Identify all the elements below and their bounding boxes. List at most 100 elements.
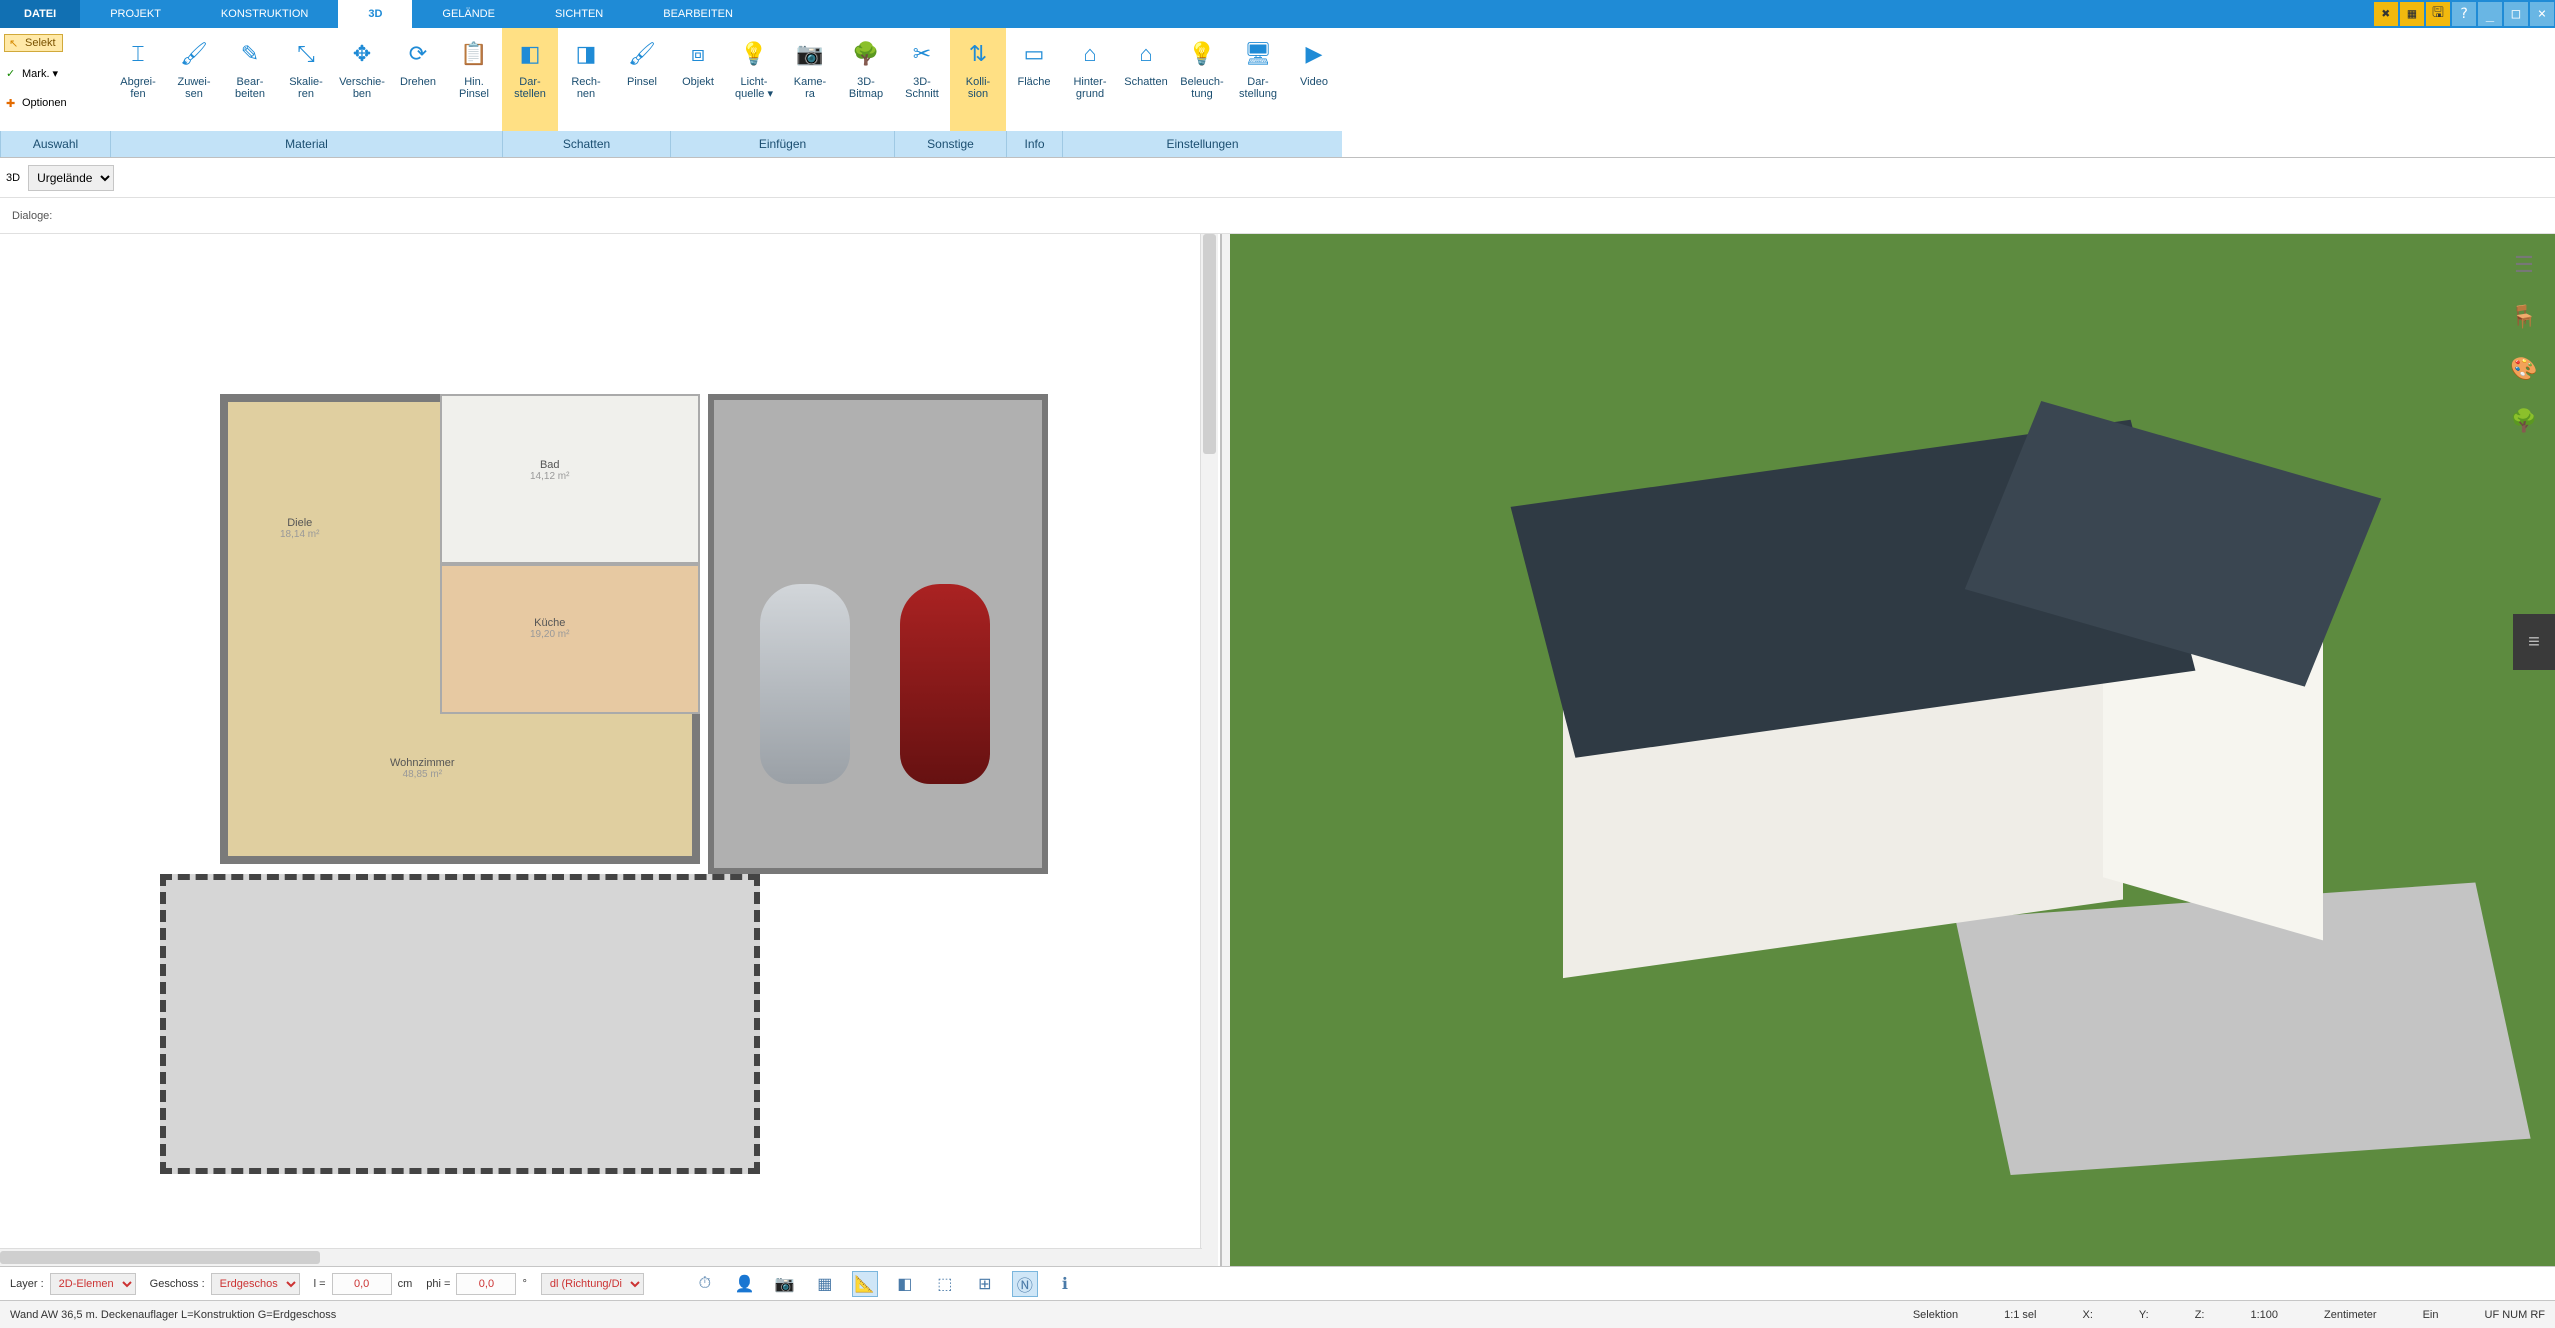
ribbon-kamera-label: Kame- ra [794,76,826,100]
camera-icon[interactable]: 📷 [772,1271,798,1297]
floorplan-scroll-h[interactable] [0,1248,1202,1266]
ribbon-objekt-button[interactable]: ⧈ Objekt [670,28,726,131]
ribbon-hintergrund-button[interactable]: ⌂Hinter- grund [1062,28,1118,131]
darstellen-icon: ◧ [512,36,548,72]
titlebar-tool-2-icon[interactable]: ▦ [2400,2,2424,26]
ribbon-zuweisen-button[interactable]: 🖌Zuwei- sen [166,28,222,131]
status-y: Y: [2139,1309,2149,1321]
close-icon[interactable]: × [2530,2,2554,26]
menu-3d[interactable]: 3D [338,0,412,28]
group-label-schatten: Schatten [502,131,670,157]
mark-button[interactable]: Mark. ▾ [4,67,58,80]
menu-file[interactable]: DATEI [0,0,80,28]
skalieren-icon: ⤡ [288,36,324,72]
schatten2-icon: ⌂ [1128,36,1164,72]
terrain-layer-select[interactable]: Urgelände [28,165,114,191]
ribbon-darstellen-button[interactable]: ◧Dar- stellen [502,28,558,131]
furniture-icon[interactable]: 🪑 [2507,300,2541,334]
floorplan-scroll-v[interactable] [1200,234,1218,1266]
kamera-icon: 📷 [792,36,828,72]
menu-sichten[interactable]: SICHTEN [525,0,633,28]
ribbon-beleuchtung-button[interactable]: 💡Beleuch- tung [1174,28,1230,131]
ribbon-rechnen-button[interactable]: ◨Rech- nen [558,28,614,131]
room-kueche: Küche19,20 m² [530,614,569,640]
layers-icon[interactable]: ☰ [2507,248,2541,282]
status-scale: 1:100 [2250,1309,2278,1321]
optionen-button[interactable]: Optionen [4,97,67,109]
ribbon-verschieben-button[interactable]: ✥Verschie- ben [334,28,390,131]
ribbon-group-sonstige: ✂3D- Schnitt⇅Kolli- sionSonstige [894,28,1006,157]
help-icon[interactable]: ? [2452,2,2476,26]
ribbon-verschieben-label: Verschie- ben [339,76,385,100]
tree-icon[interactable]: 🌳 [2507,404,2541,438]
ribbon-bitmap3d-button[interactable]: 🌳3D- Bitmap [838,28,894,131]
group-label-info: Info [1006,131,1062,157]
selekt-button[interactable]: Selekt [4,34,63,52]
ribbon-flaeche-label: Fläche [1017,76,1050,88]
option-bar: Layer : 2D-Elemen Geschoss : Erdgeschos … [0,1266,2555,1300]
minimize-icon[interactable]: _ [2478,2,2502,26]
clock-icon[interactable]: ⏱ [692,1271,718,1297]
geschoss-select[interactable]: Erdgeschos [211,1273,300,1295]
titlebar-tool-3-icon[interactable]: 🖫 [2426,2,2450,26]
angle-icon[interactable]: 📐 [852,1271,878,1297]
grid-icon[interactable]: ⊞ [972,1271,998,1297]
ribbon-kamera-button[interactable]: 📷 Kame- ra [782,28,838,131]
ribbon-pinsel-button[interactable]: 🖌Pinsel [614,28,670,131]
view3d-pane[interactable]: ☰ 🪑 🎨 🌳 ≡ [1230,234,2555,1266]
info-icon[interactable]: ℹ [1052,1271,1078,1297]
ortho-icon[interactable]: ⬚ [932,1271,958,1297]
status-x: X: [2083,1309,2093,1321]
ribbon-bearbeiten-button[interactable]: ✎Bear- beiten [222,28,278,131]
ribbon-bearbeiten-label: Bear- beiten [235,76,265,100]
ribbon-schatten2-button[interactable]: ⌂Schatten [1118,28,1174,131]
ribbon-drehen-button[interactable]: ⟳Drehen [390,28,446,131]
phi-input[interactable] [456,1273,516,1295]
ribbon-objekt-label: Objekt [682,76,714,88]
pane-divider[interactable] [1222,234,1230,1266]
menu-bearbeiten[interactable]: BEARBEITEN [633,0,763,28]
floorplan-canvas[interactable]: Diele18,14 m² Bad14,12 m² Küche19,20 m² … [0,234,1220,1266]
ribbon-lichtquelle-label: Licht- quelle ▾ [735,76,773,100]
ribbon-lichtquelle-button[interactable]: 💡Licht- quelle ▾ [726,28,782,131]
palette-icon[interactable]: 🎨 [2507,352,2541,386]
kollision-icon: ⇅ [960,36,996,72]
ribbon-kollision-button[interactable]: ⇅ Kolli- sion [950,28,1006,131]
ribbon-flaeche-button[interactable]: ▭Fläche [1006,28,1062,131]
menu-gelaende[interactable]: GELÄNDE [412,0,525,28]
group-label-einstellungen: Einstellungen [1062,131,1342,157]
ribbon-darstellung-button[interactable]: 🖥Dar- stellung [1230,28,1286,131]
hinpinsel-icon: 📋 [456,36,492,72]
ribbon-hinpinsel-button[interactable]: 📋Hin. Pinsel [446,28,502,131]
car-red [900,584,990,784]
person-icon[interactable]: 👤 [732,1271,758,1297]
workspace: Diele18,14 m² Bad14,12 m² Küche19,20 m² … [0,234,2555,1266]
menubar: DATEI PROJEKT KONSTRUKTION 3D GELÄNDE SI… [0,0,2555,28]
floorplan-pane[interactable]: Diele18,14 m² Bad14,12 m² Küche19,20 m² … [0,234,1222,1266]
ribbon-drehen-label: Drehen [400,76,436,88]
ribbon-kollision-label: Kolli- sion [966,76,990,100]
ribbon-skalieren-button[interactable]: ⤡ Skalie- ren [278,28,334,131]
layers2-icon[interactable]: ▦ [812,1271,838,1297]
subtoolbar: 3D Urgelände [0,158,2555,198]
drawer-handle-icon[interactable]: ≡ [2513,614,2555,670]
menu-konstruktion[interactable]: KONSTRUKTION [191,0,338,28]
ribbon-video-button[interactable]: ▶Video [1286,28,1342,131]
ribbon-abgreifen-button[interactable]: ⌶Abgrei- fen [110,28,166,131]
maximize-icon[interactable]: □ [2504,2,2528,26]
ribbon-skalieren-label: Skalie- ren [289,76,323,100]
ribbon-schnitt3d-button[interactable]: ✂3D- Schnitt [894,28,950,131]
north-icon[interactable]: Ⓝ [1012,1271,1038,1297]
menu-projekt[interactable]: PROJEKT [80,0,191,28]
titlebar-tool-1-icon[interactable]: ✖ [2374,2,2398,26]
l-input[interactable] [332,1273,392,1295]
status-z: Z: [2195,1309,2205,1321]
ribbon-hintergrund-label: Hinter- grund [1073,76,1106,100]
tiles-icon[interactable]: ◧ [892,1271,918,1297]
ribbon-bitmap3d-label: 3D- Bitmap [849,76,883,100]
direction-select[interactable]: dl (Richtung/Di [541,1273,644,1295]
phi-label: phi = [426,1278,450,1290]
layer-select[interactable]: 2D-Elemen [50,1273,136,1295]
view3d-canvas[interactable] [1230,234,2555,1266]
objekt-icon: ⧈ [680,36,716,72]
